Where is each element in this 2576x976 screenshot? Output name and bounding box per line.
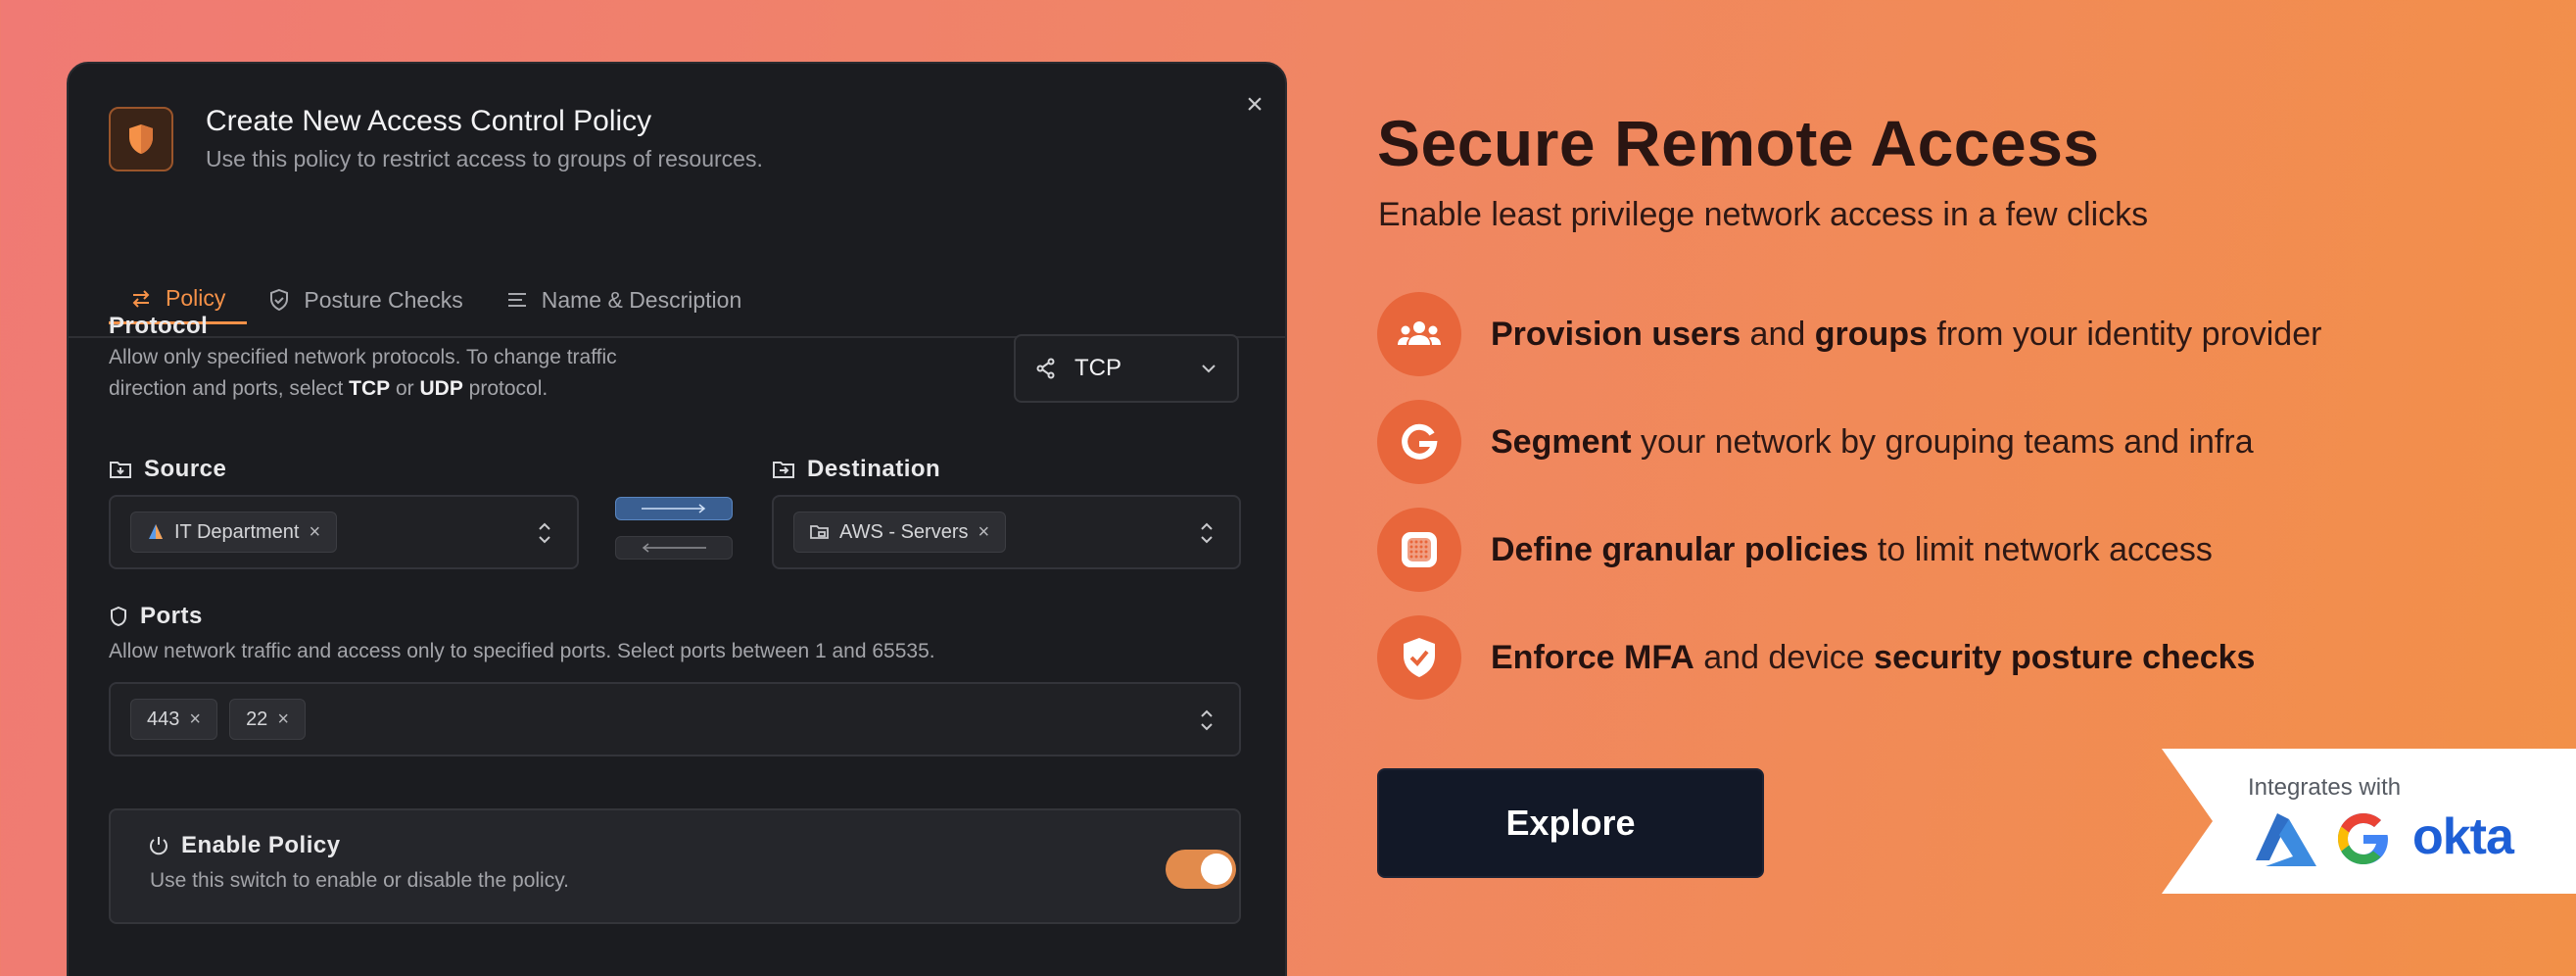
direction-forward-button[interactable]: [615, 497, 733, 520]
ports-select[interactable]: 443 × 22 ×: [109, 682, 1241, 756]
chevron-down-icon: [1202, 365, 1216, 373]
hero-subtitle: Enable least privilege network access in…: [1378, 196, 2149, 233]
protocol-label: Protocol: [109, 313, 208, 340]
enable-policy-toggle[interactable]: [1166, 850, 1236, 889]
source-chip: IT Department ×: [130, 512, 338, 553]
protocol-desc-line1: Allow only specified network protocols. …: [109, 346, 617, 368]
hero-title: Secure Remote Access: [1377, 107, 2100, 179]
tab-label: Posture Checks: [304, 286, 463, 313]
desc-tcp: TCP: [349, 377, 391, 400]
destination-chip: AWS - Servers ×: [793, 512, 1007, 553]
feature-item: Enforce MFA and device security posture …: [1377, 615, 2255, 700]
remove-chip-icon[interactable]: ×: [309, 521, 320, 544]
ports-description: Allow network traffic and access only to…: [109, 640, 935, 662]
source-label-text: Source: [144, 456, 227, 482]
integrations-label: Integrates with: [2248, 774, 2402, 801]
feature-bold: security posture checks: [1874, 638, 2256, 676]
text-lines-icon: [507, 293, 526, 307]
enable-policy-description: Use this switch to enable or disable the…: [150, 869, 569, 892]
remove-chip-icon[interactable]: ×: [978, 521, 990, 544]
shield-check-icon: [1377, 615, 1461, 700]
modal-subtitle: Use this policy to restrict access to gr…: [206, 146, 763, 171]
folder-out-icon: [773, 462, 794, 478]
users-group-icon: [1377, 292, 1461, 376]
protocol-label-text: Protocol: [109, 313, 209, 339]
arrow-right-icon: [642, 504, 706, 513]
feature-normal: and: [1741, 315, 1815, 353]
modal-title: Create New Access Control Policy: [206, 105, 652, 137]
remove-chip-icon[interactable]: ×: [277, 708, 289, 731]
feature-normal: to limit network access: [1868, 530, 2213, 568]
desc-text: or: [390, 377, 420, 400]
feature-normal: and device: [1693, 638, 1875, 676]
policy-grid-icon: [1377, 508, 1461, 592]
okta-logo: okta: [2412, 808, 2514, 865]
protocol-description: Allow only specified network protocols. …: [109, 342, 617, 405]
shield-icon: [109, 107, 173, 171]
arrow-left-icon: [642, 543, 706, 553]
feature-bold: groups: [1814, 315, 1928, 353]
feature-bold: Enforce MFA: [1491, 638, 1694, 676]
toggle-knob: [1201, 854, 1232, 885]
feature-text: Enforce MFA and device security posture …: [1491, 639, 2255, 677]
tab-label: Policy: [166, 285, 226, 311]
destination-chip-label: AWS - Servers: [839, 520, 969, 543]
share-nodes-icon: [1036, 358, 1055, 379]
source-label: Source: [109, 456, 226, 483]
tab-label: Name & Description: [541, 286, 742, 313]
desc-text: direction and ports, select: [109, 377, 350, 400]
ports-label-text: Ports: [140, 603, 203, 629]
enable-policy-card: Enable Policy Use this switch to enable …: [109, 808, 1241, 924]
protocol-selected-value: TCP: [1074, 355, 1121, 381]
google-logo-icon: [2338, 813, 2388, 864]
port-chip: 22 ×: [229, 699, 306, 740]
port-chip: 443 ×: [130, 699, 218, 740]
shield-check-icon: [270, 288, 289, 312]
group-icon: [149, 524, 163, 539]
feature-bold: Provision users: [1491, 315, 1741, 353]
desc-udp: UDP: [419, 377, 463, 400]
port-chip-label: 443: [147, 708, 180, 730]
destination-label: Destination: [772, 456, 940, 483]
feature-text: Provision users and groups from your ide…: [1491, 316, 2321, 354]
integrations-banner: Integrates with okta: [2162, 749, 2576, 894]
policy-modal: Create New Access Control Policy Use thi…: [67, 62, 1287, 976]
destination-select[interactable]: AWS - Servers ×: [772, 495, 1241, 569]
shield-outline-icon: [111, 606, 126, 627]
protocol-desc-line2: direction and ports, select TCP or UDP p…: [109, 373, 617, 405]
feature-normal: from your identity provider: [1927, 315, 2322, 353]
enable-policy-label: Enable Policy: [148, 832, 341, 859]
feature-item: Define granular policies to limit networ…: [1377, 508, 2213, 592]
remove-chip-icon[interactable]: ×: [189, 708, 201, 731]
tab-posture-checks[interactable]: Posture Checks: [247, 275, 484, 324]
explore-button[interactable]: Explore: [1377, 768, 1764, 878]
feature-item: Provision users and groups from your ide…: [1377, 292, 2321, 376]
chevron-updown-icon: [1201, 522, 1213, 544]
direction-reverse-button[interactable]: [615, 536, 733, 560]
chevron-updown-icon: [1201, 709, 1213, 731]
feature-bold: Define granular policies: [1491, 530, 1869, 568]
destination-label-text: Destination: [807, 456, 941, 482]
feature-normal: your network by grouping teams and infra: [1631, 422, 2254, 461]
protocol-select[interactable]: TCP: [1014, 334, 1239, 403]
tab-name-description[interactable]: Name & Description: [485, 275, 764, 324]
arrows-exchange-icon: [132, 289, 150, 308]
close-icon[interactable]: ×: [1240, 90, 1269, 120]
feature-text: Segment your network by grouping teams a…: [1491, 423, 2254, 462]
port-chip-label: 22: [246, 708, 268, 730]
source-chip-label: IT Department: [174, 520, 300, 543]
feature-text: Define granular policies to limit networ…: [1491, 531, 2213, 569]
google-g-icon: [1377, 400, 1461, 484]
ports-label: Ports: [109, 603, 203, 630]
source-select[interactable]: IT Department ×: [109, 495, 579, 569]
feature-item: Segment your network by grouping teams a…: [1377, 400, 2254, 484]
server-folder-icon: [810, 525, 829, 539]
folder-in-icon: [110, 462, 131, 478]
azure-logo-icon: [2256, 813, 2316, 866]
power-icon: [150, 837, 167, 855]
desc-text: protocol.: [462, 377, 549, 400]
chevron-updown-icon: [539, 522, 550, 544]
enable-policy-label-text: Enable Policy: [181, 832, 341, 858]
feature-bold: Segment: [1491, 422, 1632, 461]
